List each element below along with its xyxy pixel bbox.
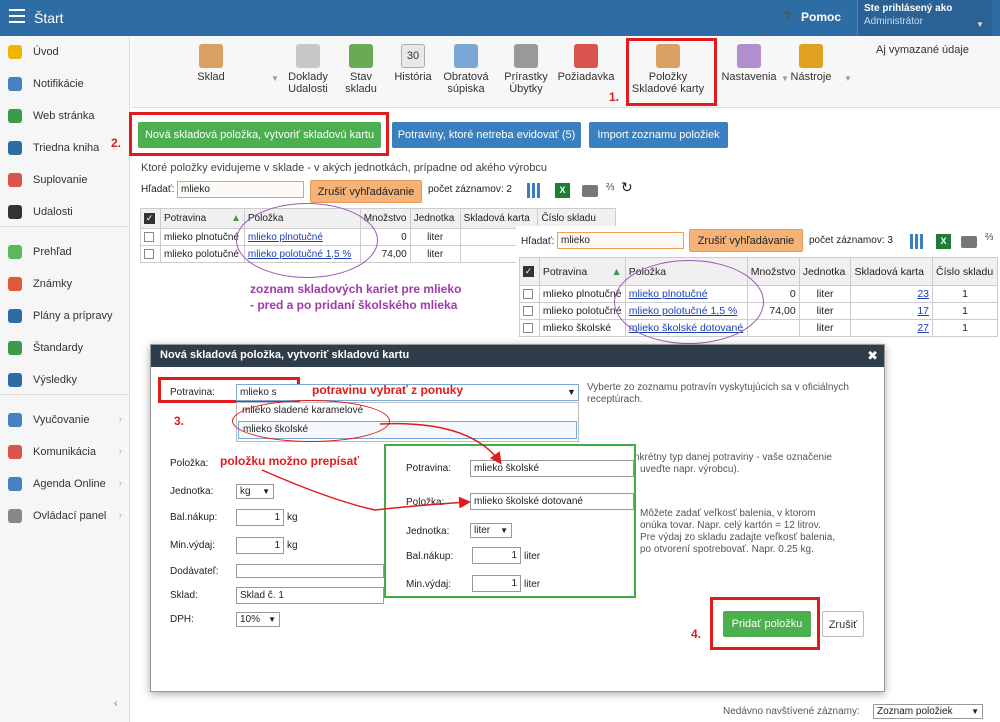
recent-records-label: Nedávno navštívené záznamy: [723, 706, 860, 717]
recent-records-select[interactable]: Zoznam položiek ▼ [873, 704, 983, 719]
add-item-button[interactable]: Pridať položku [723, 611, 811, 637]
chevron-down-icon: ▼ [971, 707, 979, 716]
recent-records-value: Zoznam položiek [877, 706, 953, 717]
cancel-button[interactable]: Zrušiť [822, 611, 864, 637]
annotation-number-4: 4. [691, 627, 702, 641]
collapse-icon[interactable]: ‹ [114, 698, 117, 709]
